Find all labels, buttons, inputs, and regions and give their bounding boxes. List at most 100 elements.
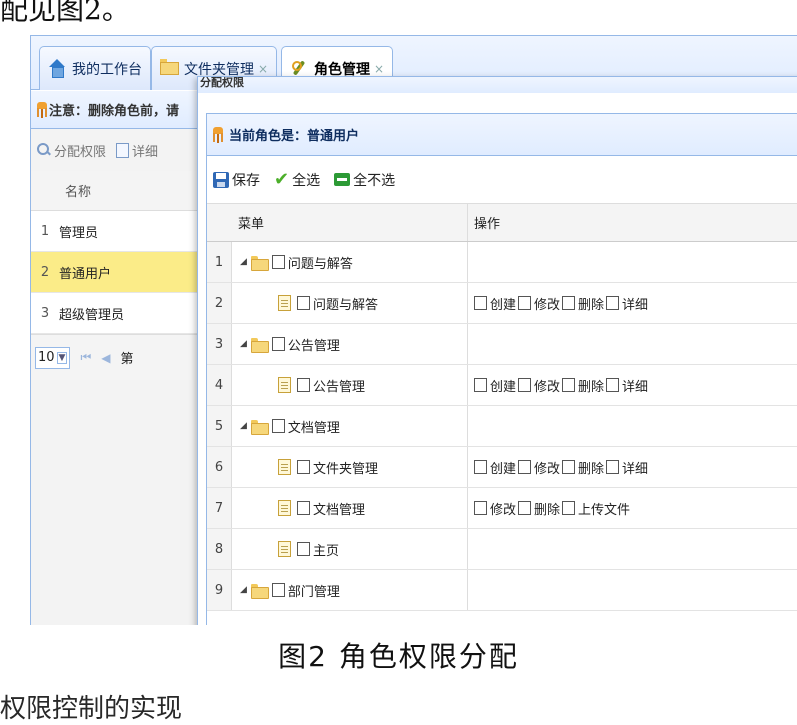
operation-checkbox[interactable] xyxy=(606,460,620,474)
operation-checkbox[interactable] xyxy=(518,460,532,474)
notice-bar: 注意：删除角色前，请 xyxy=(31,91,205,129)
save-button[interactable]: 保存 xyxy=(213,170,260,190)
role-toolbar: 分配权限 详细 xyxy=(31,129,205,171)
save-label: 保存 xyxy=(232,172,260,189)
tree-row[interactable]: 5 ◢ 文档管理 xyxy=(207,406,797,447)
menu-cell: ◢ 公告管理 xyxy=(232,324,468,364)
menu-label: 公告管理 xyxy=(287,338,340,354)
close-icon[interactable]: × xyxy=(258,62,268,76)
operation-option[interactable]: 详细 xyxy=(606,376,648,395)
row-number: 1 xyxy=(207,242,232,282)
menu-checkbox[interactable] xyxy=(271,583,285,597)
operation-option[interactable]: 创建 xyxy=(474,294,516,313)
row-number: 2 xyxy=(207,283,232,323)
assign-permission-button[interactable]: 分配权限 xyxy=(37,141,106,160)
expand-icon[interactable]: ◢ xyxy=(240,339,247,349)
operation-option[interactable]: 详细 xyxy=(606,294,648,313)
page-size-select[interactable]: 10 ▼ xyxy=(35,346,71,369)
row-number: 1 xyxy=(40,223,50,239)
menu-label: 主页 xyxy=(313,543,340,559)
column-header-menu[interactable]: 菜单 xyxy=(232,204,468,241)
tree-row[interactable]: 4 公告管理 创建 修改 删除 详细 xyxy=(207,365,797,406)
operation-checkbox[interactable] xyxy=(518,501,532,515)
search-icon xyxy=(37,143,51,157)
menu-label: 文档管理 xyxy=(313,502,366,518)
menu-cell: ◢ 问题与解答 xyxy=(232,242,468,282)
tab-workbench[interactable]: 我的工作台 xyxy=(39,46,151,90)
expand-icon[interactable]: ◢ xyxy=(240,421,247,431)
menu-checkbox[interactable] xyxy=(297,460,310,474)
operation-checkbox[interactable] xyxy=(562,378,576,392)
folder-icon xyxy=(250,337,269,353)
operation-checkbox[interactable] xyxy=(606,378,620,392)
operation-checkbox[interactable] xyxy=(474,296,487,310)
operation-checkbox[interactable] xyxy=(562,460,576,474)
operation-option[interactable]: 创建 xyxy=(474,458,516,477)
operation-label: 删除 xyxy=(578,461,605,477)
column-header-name[interactable]: 名称 xyxy=(31,171,205,211)
operation-checkbox[interactable] xyxy=(474,501,487,515)
ops-cell: 创建 修改 删除 详细 xyxy=(468,376,650,395)
prev-page-icon[interactable]: ◀ xyxy=(101,351,110,365)
operation-option[interactable]: 修改 xyxy=(518,376,560,395)
operation-label: 创建 xyxy=(490,461,517,477)
operation-option[interactable]: 修改 xyxy=(474,499,516,518)
menu-checkbox[interactable] xyxy=(297,542,310,556)
operation-option[interactable]: 修改 xyxy=(518,458,560,477)
table-row[interactable]: 3 超级管理员 xyxy=(31,293,205,334)
operation-checkbox[interactable] xyxy=(518,296,532,310)
operation-option[interactable]: 上传文件 xyxy=(562,499,630,518)
detail-button[interactable]: 详细 xyxy=(116,141,158,160)
menu-cell: 文件夹管理 xyxy=(232,447,468,487)
tree-row[interactable]: 2 问题与解答 创建 修改 删除 详细 xyxy=(207,283,797,324)
operation-label: 详细 xyxy=(622,461,649,477)
menu-checkbox[interactable] xyxy=(297,378,310,392)
menu-checkbox[interactable] xyxy=(271,337,285,351)
operation-checkbox[interactable] xyxy=(606,296,620,310)
operation-option[interactable]: 删除 xyxy=(562,294,604,313)
select-none-button[interactable]: 全不选 xyxy=(334,170,395,190)
menu-checkbox[interactable] xyxy=(271,255,285,269)
operation-checkbox[interactable] xyxy=(474,378,487,392)
table-row[interactable]: 2 普通用户 xyxy=(31,252,205,293)
operation-checkbox[interactable] xyxy=(518,378,532,392)
operation-label: 修改 xyxy=(490,502,517,518)
operation-checkbox[interactable] xyxy=(474,460,487,474)
permission-toolbar: 保存 ✔ 全选 全不选 xyxy=(207,156,797,204)
menu-checkbox[interactable] xyxy=(297,296,310,310)
role-name: 普通用户 xyxy=(59,266,112,282)
menu-cell: 主页 xyxy=(232,529,468,569)
tree-row[interactable]: 7 文档管理 修改 删除 上传文件 xyxy=(207,488,797,529)
column-header-ops[interactable]: 操作 xyxy=(468,213,500,232)
tree-row[interactable]: 1 ◢ 问题与解答 xyxy=(207,242,797,283)
tree-row[interactable]: 6 文件夹管理 创建 修改 删除 详细 xyxy=(207,447,797,488)
select-none-label: 全不选 xyxy=(353,172,396,189)
operation-checkbox[interactable] xyxy=(562,501,576,515)
assign-permission-label: 分配权限 xyxy=(54,144,107,160)
operation-option[interactable]: 创建 xyxy=(474,376,516,395)
operation-option[interactable]: 删除 xyxy=(562,376,604,395)
menu-label: 公告管理 xyxy=(313,379,366,395)
operation-option[interactable]: 修改 xyxy=(518,294,560,313)
tree-row[interactable]: 9 ◢ 部门管理 xyxy=(207,570,797,611)
operation-option[interactable]: 删除 xyxy=(562,458,604,477)
menu-cell: 问题与解答 xyxy=(232,283,468,323)
file-icon xyxy=(278,377,291,393)
menu-checkbox[interactable] xyxy=(297,501,310,515)
select-all-button[interactable]: ✔ 全选 xyxy=(274,169,320,190)
tree-row[interactable]: 3 ◢ 公告管理 xyxy=(207,324,797,365)
operation-checkbox[interactable] xyxy=(562,296,576,310)
first-page-icon[interactable]: ⏮ xyxy=(80,350,91,365)
menu-checkbox[interactable] xyxy=(271,419,285,433)
folder-icon xyxy=(250,255,269,271)
close-icon[interactable]: × xyxy=(374,62,384,76)
tree-row[interactable]: 8 主页 xyxy=(207,529,797,570)
table-row[interactable]: 1 管理员 xyxy=(31,211,205,252)
expand-icon[interactable]: ◢ xyxy=(240,257,247,267)
expand-icon[interactable]: ◢ xyxy=(240,585,247,595)
operation-option[interactable]: 详细 xyxy=(606,458,648,477)
ops-cell: 创建 修改 删除 详细 xyxy=(468,458,650,477)
row-number: 3 xyxy=(207,324,232,364)
row-number: 7 xyxy=(207,488,232,528)
operation-option[interactable]: 删除 xyxy=(518,499,560,518)
